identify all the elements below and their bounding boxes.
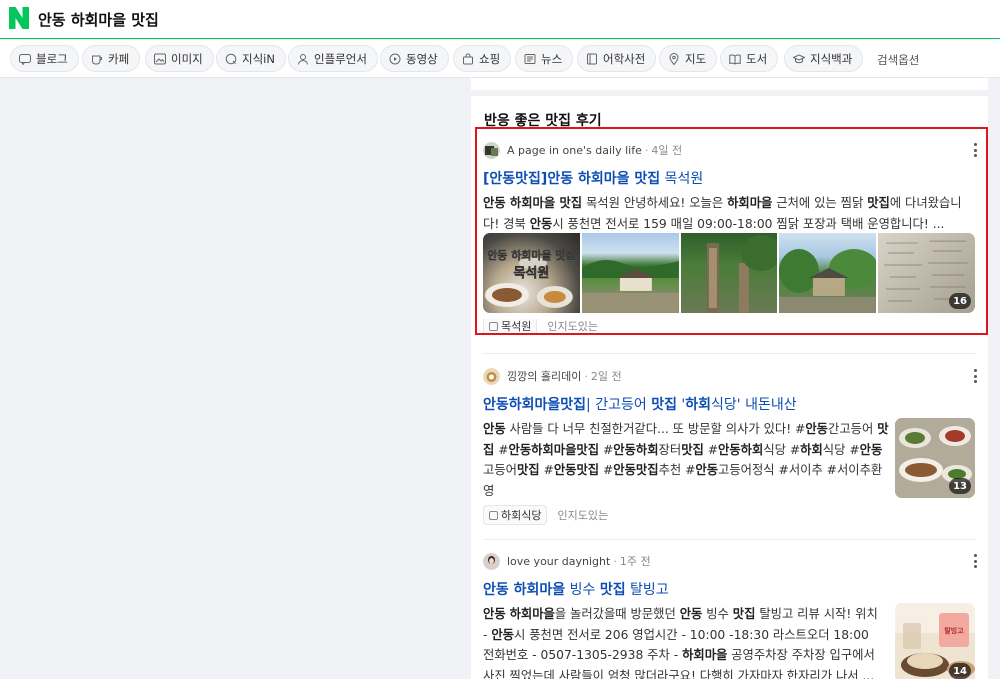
image-count-badge: 13	[949, 478, 971, 494]
knowledge-icon	[225, 53, 237, 65]
news-icon	[524, 53, 536, 65]
svg-text:탈빙고: 탈빙고	[944, 626, 964, 635]
author-name[interactable]: 낑깡의 홀리데이	[507, 368, 581, 384]
image-count-badge: 14	[949, 663, 971, 679]
place-popularity: 인지도있는	[557, 509, 609, 522]
tab-label: 이미지	[171, 51, 203, 66]
tab-label: 뉴스	[541, 51, 563, 66]
tab-books[interactable]: 도서	[720, 45, 779, 72]
place-name: 하회식당	[501, 509, 542, 522]
post-divider	[483, 539, 976, 540]
place-name: 목석원	[501, 320, 532, 333]
tab-label: 카페	[108, 51, 130, 66]
place-icon	[489, 321, 498, 331]
post-title-link[interactable]: 안동 하회마을 빙수 맛집 탈빙고	[483, 579, 977, 599]
search-tab-bar: 블로그 카페 이미지 지식iN 인플루언서 동영상 쇼핑 뉴스 어학사전 지도 …	[0, 40, 1000, 78]
author-avatar[interactable]	[483, 141, 500, 159]
more-options-icon[interactable]	[973, 143, 977, 157]
section-title: 반응 좋은 맛집 후기	[484, 113, 602, 129]
encyclopedia-icon	[793, 53, 805, 65]
book-icon	[729, 53, 741, 65]
post-author-row: love your daynight · 1주 전	[483, 552, 977, 570]
place-tag[interactable]: 목석원	[483, 319, 538, 333]
cafe-icon	[91, 53, 103, 65]
blog-post-1: A page in one's daily life · 4일 전 [안동맛집]…	[483, 141, 977, 234]
tab-label: 지식백과	[810, 51, 853, 66]
search-query[interactable]: 안동 하회마을 맛집	[38, 9, 159, 30]
dictionary-icon	[586, 53, 598, 65]
image-overlay-title: 안동 하회마을 맛집	[487, 248, 575, 262]
video-icon	[389, 53, 401, 65]
tab-cafe[interactable]: 카페	[82, 45, 141, 72]
post-description[interactable]: 안동 하회마을을 놀러갔을때 방문했던 안동 빙수 맛집 탈빙고 리뷰 시작! …	[483, 604, 883, 679]
tab-label: 인플루언서	[314, 51, 367, 66]
influencer-icon	[297, 53, 309, 65]
place-info-row: 하회식당 인지도있는	[483, 505, 608, 525]
tab-dictionary[interactable]: 어학사전	[577, 45, 657, 72]
post-image-1[interactable]: 안동 하회마을 맛집 목석원	[483, 233, 580, 313]
author-name[interactable]: A page in one's daily life	[507, 144, 642, 157]
search-options-button[interactable]: 검색옵션	[877, 52, 919, 68]
tab-map[interactable]: 지도	[659, 45, 718, 72]
tab-encyclopedia[interactable]: 지식백과	[784, 45, 864, 72]
map-pin-icon	[668, 52, 680, 65]
tab-label: 쇼핑	[479, 51, 501, 66]
post-time: 2일 전	[590, 370, 622, 383]
tab-blog[interactable]: 블로그	[10, 45, 79, 72]
title-highlight: [안동맛집]안동 하회마을 맛집	[483, 171, 661, 187]
post-divider	[483, 353, 976, 354]
separator-dot: ·	[644, 143, 649, 157]
author-name[interactable]: love your daynight	[507, 555, 610, 568]
tab-influencer[interactable]: 인플루언서	[288, 45, 378, 72]
post-image-2[interactable]	[581, 233, 679, 313]
tab-label: 도서	[746, 51, 768, 66]
tab-label: 지도	[685, 51, 707, 66]
title-text: 목석원	[660, 171, 704, 187]
image-overlay-name: 목석원	[514, 266, 550, 281]
place-icon	[489, 510, 498, 520]
image-icon	[154, 53, 166, 65]
place-popularity: 인지도있는	[547, 320, 598, 333]
place-info-row: 목석원 인지도있는	[483, 319, 598, 333]
place-tag[interactable]: 하회식당	[483, 505, 548, 525]
tab-label: 블로그	[36, 51, 68, 66]
post-title-link[interactable]: [안동맛집]안동 하회마을 맛집 목석원	[483, 168, 977, 188]
separator-dot: ·	[613, 554, 617, 568]
naver-logo-icon[interactable]	[9, 7, 29, 29]
more-options-icon[interactable]	[973, 554, 977, 568]
search-header: 안동 하회마을 맛집	[0, 0, 1000, 39]
post-image-3[interactable]	[680, 233, 778, 313]
post-image-4[interactable]	[779, 233, 877, 313]
author-avatar[interactable]	[483, 552, 500, 570]
post-description[interactable]: 안동 하회마을 맛집 목석원 안녕하세요! 오늘은 하회마을 근처에 있는 찜닭…	[483, 193, 977, 234]
post-title-link[interactable]: 안동하회마을맛집| 간고등어 맛집 '하회식당' 내돈내산	[483, 394, 977, 414]
post-thumbnail[interactable]: 13	[895, 418, 975, 498]
tab-news[interactable]: 뉴스	[515, 45, 574, 72]
image-count-badge: 16	[949, 293, 971, 309]
more-options-icon[interactable]	[973, 369, 977, 383]
author-avatar[interactable]	[483, 367, 500, 385]
post-image-strip[interactable]: 안동 하회마을 맛집 목석원 16	[483, 233, 975, 313]
previous-section-bottom	[471, 78, 988, 90]
tab-knowledge-in[interactable]: 지식iN	[216, 45, 286, 72]
tab-label: 지식iN	[242, 51, 275, 66]
tab-shopping[interactable]: 쇼핑	[453, 45, 512, 72]
blog-icon	[19, 53, 31, 65]
tab-image[interactable]: 이미지	[145, 45, 214, 72]
post-description[interactable]: 안동 사람들 다 너무 친절한거같다... 또 방문할 의사가 있다! #안동간…	[483, 419, 891, 501]
shopping-icon	[462, 53, 474, 65]
post-author-row: A page in one's daily life · 4일 전	[483, 141, 977, 159]
tab-label: 동영상	[406, 51, 438, 66]
post-author-row: 낑깡의 홀리데이 · 2일 전	[483, 367, 977, 385]
tab-label: 어학사전	[603, 51, 646, 66]
separator-dot: ·	[584, 369, 588, 383]
post-time: 4일 전	[651, 144, 683, 157]
post-thumbnail[interactable]: 탈빙고 14	[895, 603, 975, 679]
tab-video[interactable]: 동영상	[380, 45, 449, 72]
post-time: 1주 전	[619, 555, 651, 568]
post-image-5[interactable]: 16	[878, 233, 975, 313]
